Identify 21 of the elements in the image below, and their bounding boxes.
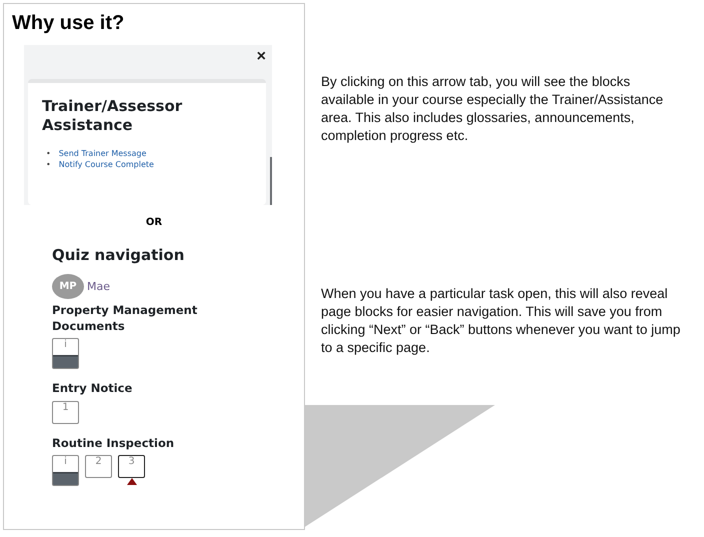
quiz-heading: Quiz navigation [52,246,186,264]
block-link[interactable]: Notify Course Complete [58,160,154,168]
bullet-text: • [46,148,51,158]
bullet-text: • [46,160,51,168]
page-button[interactable]: i [52,455,79,486]
close-button[interactable]: × [254,49,268,65]
explanation-text: When you have a particular task open, this will also reveal page blocks for easier navigation. This will save you from clicking “Next” or “Back” buttons whenever you want to jump to a specific page. [321,285,682,357]
user-name: Mae [87,280,110,293]
block-link[interactable]: Send Trainer Message [58,148,146,158]
page-button[interactable]: 3 [118,455,145,478]
separator-text: OR [146,217,162,228]
section-title: Entry Notice [52,381,134,397]
user-avatar: MP [52,274,84,299]
block-heading: Trainer/Assessor Assistance [42,97,184,134]
section-title: Routine Inspection [52,436,176,452]
page-button[interactable]: 1 [52,400,79,424]
page-button[interactable]: 2 [85,455,112,478]
explanation-text: By clicking on this arrow tab, you will see the blocks available in your course especially the Trainer/Assistance area. This also includes glossaries, announcements, completion progress etc. [321,73,664,145]
page-button[interactable]: i [52,338,79,370]
slide-title: Why use it? [11,11,126,35]
section-title: Property Management Documents [52,303,198,334]
